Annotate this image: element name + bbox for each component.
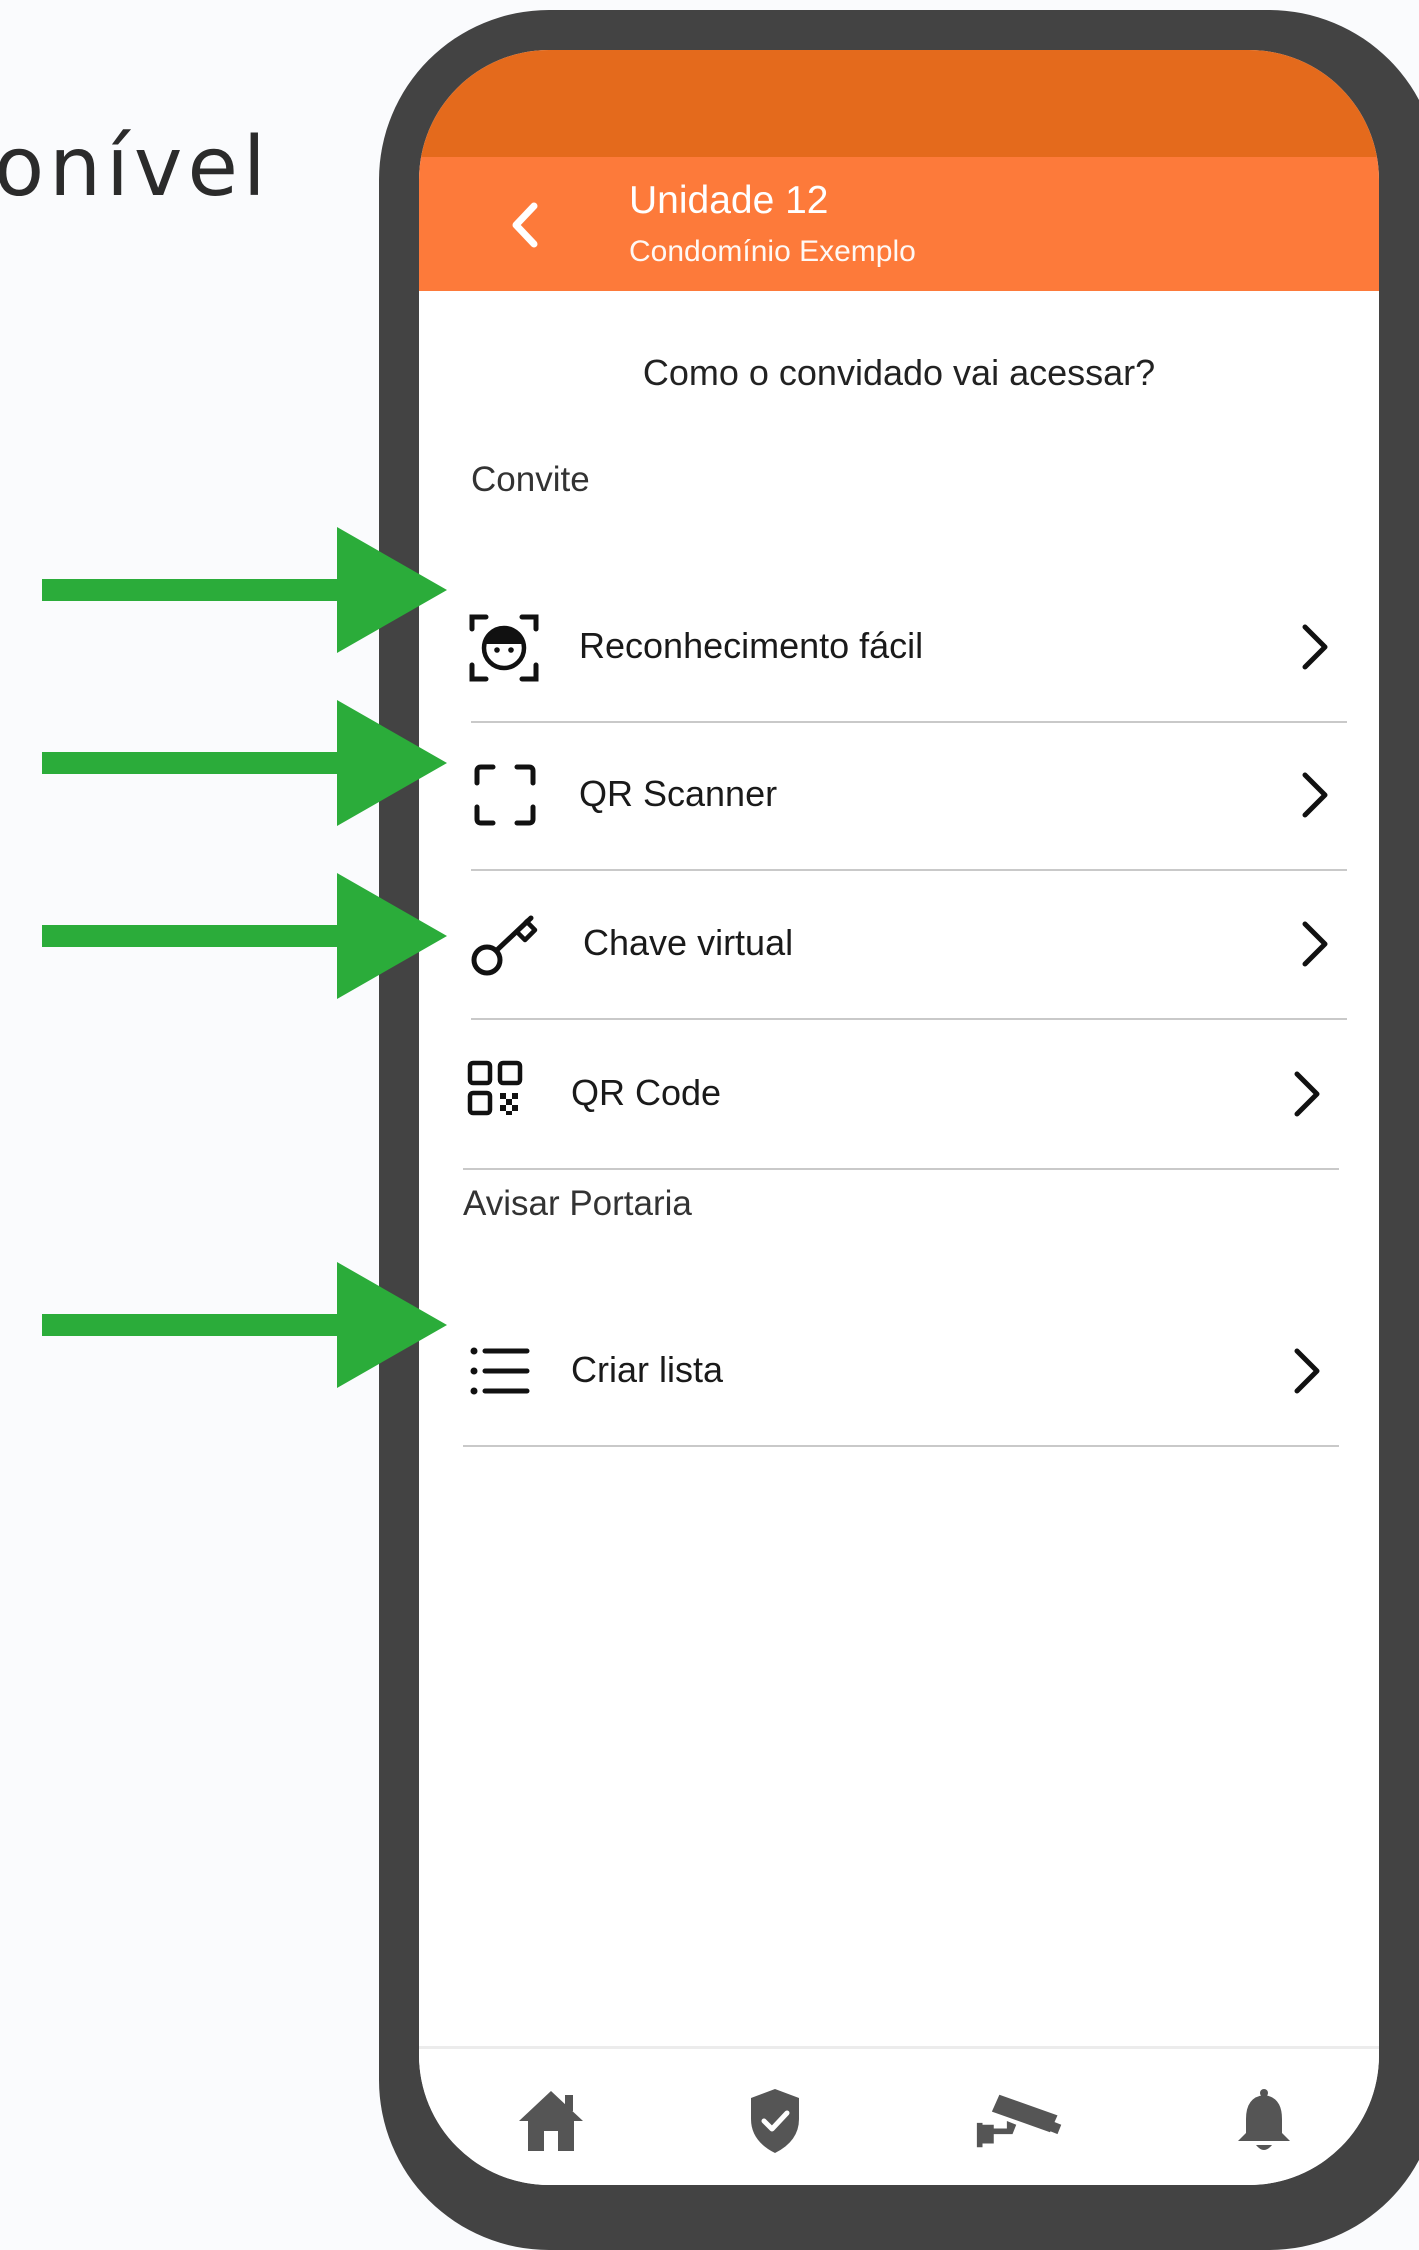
option-label-virtual-key: Chave virtual [583, 922, 794, 963]
phone-screen: Unidade 12 Condomínio Exemplo Como o con… [419, 50, 1379, 2185]
tab-security[interactable] [730, 2079, 820, 2163]
option-qr-scanner[interactable]: QR Scanner [471, 723, 1347, 871]
face-recognition-icon [469, 614, 539, 682]
bottom-tab-bar [419, 2046, 1379, 2185]
section-label-convite: Convite [471, 460, 590, 499]
option-facial-recognition[interactable]: Reconhecimento fácil [469, 575, 1347, 723]
annotation-arrow-icon [42, 527, 447, 653]
annotation-arrow-icon [42, 700, 447, 826]
tab-notifications[interactable] [1219, 2079, 1309, 2163]
home-icon [519, 2091, 583, 2151]
tab-cameras[interactable] [975, 2079, 1065, 2163]
chevron-right-icon [1294, 1071, 1320, 1117]
option-label-create-list: Criar lista [571, 1349, 724, 1390]
shield-check-icon [751, 2089, 799, 2153]
chevron-right-icon [1302, 772, 1328, 818]
chevron-right-icon [1302, 921, 1328, 967]
app-header: Unidade 12 Condomínio Exemplo [419, 157, 1379, 291]
chevron-right-icon [1302, 624, 1328, 670]
option-create-list[interactable]: Criar lista [463, 1299, 1339, 1447]
condominium-subtitle: Condomínio Exemplo [629, 235, 916, 268]
option-virtual-key[interactable]: Chave virtual [471, 872, 1347, 1020]
bell-icon [1238, 2089, 1290, 2150]
cctv-camera-icon [976, 2094, 1062, 2148]
option-label-facial: Reconhecimento fácil [579, 625, 924, 666]
option-label-qr-code: QR Code [571, 1072, 722, 1113]
tab-home[interactable] [506, 2079, 596, 2163]
scan-frame-icon [474, 764, 536, 826]
annotation-arrow-icon [42, 1262, 447, 1388]
option-label-qr-scanner: QR Scanner [579, 773, 778, 814]
chevron-left-icon [512, 202, 538, 248]
qr-code-icon [467, 1060, 523, 1116]
background-title: onível [0, 120, 271, 215]
status-bar [419, 50, 1379, 158]
back-button[interactable] [497, 197, 553, 253]
access-question: Como o convidado vai acessar? [642, 352, 1156, 393]
annotation-arrow-icon [42, 873, 447, 999]
section-label-avisar-portaria: Avisar Portaria [463, 1184, 692, 1223]
option-qr-code[interactable]: QR Code [463, 1022, 1339, 1170]
chevron-right-icon [1294, 1348, 1320, 1394]
unit-title: Unidade 12 [629, 179, 829, 222]
key-icon [471, 915, 538, 976]
list-icon [470, 1347, 530, 1395]
